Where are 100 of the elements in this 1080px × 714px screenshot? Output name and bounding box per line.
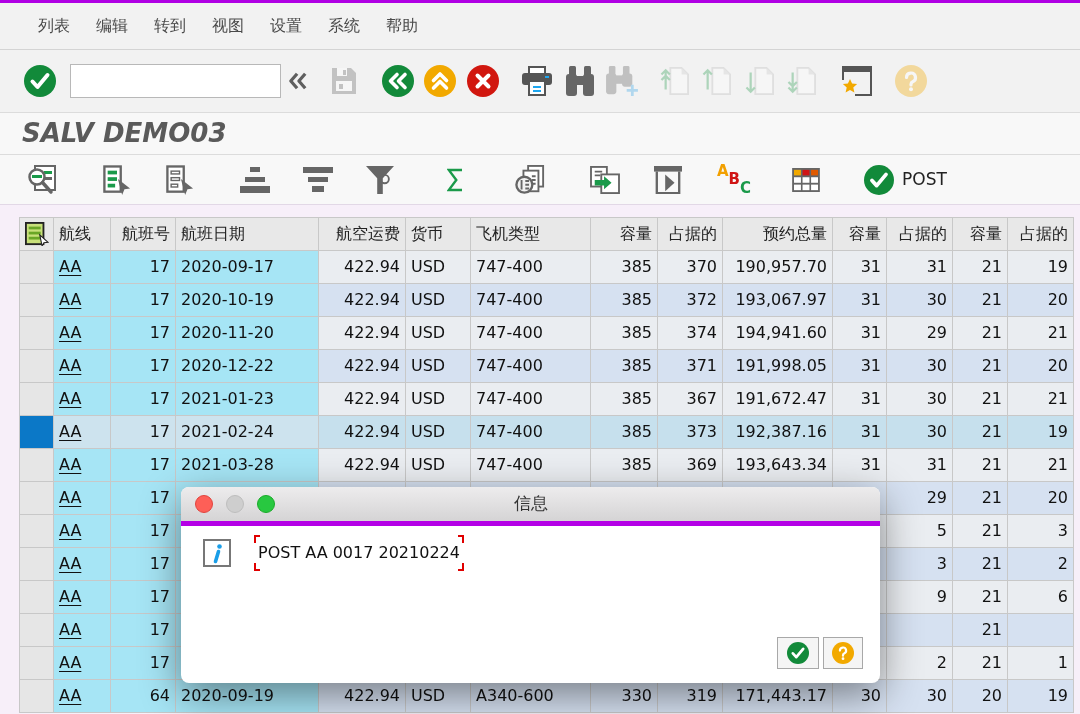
column-header[interactable]: 占据的 bbox=[657, 217, 723, 251]
hotspot-link[interactable]: AA bbox=[59, 488, 82, 507]
table-cell: 2 bbox=[886, 646, 953, 680]
table-cell: 747-400 bbox=[470, 415, 591, 449]
row-selector[interactable] bbox=[19, 349, 54, 383]
table-cell: 17 bbox=[110, 481, 176, 515]
filled-list-pointer-icon[interactable] bbox=[103, 164, 131, 195]
hotspot-link[interactable]: AA bbox=[59, 389, 82, 408]
column-header[interactable]: 航班日期 bbox=[175, 217, 319, 251]
table-cell: 31 bbox=[832, 415, 887, 449]
table-cell: USD bbox=[405, 448, 471, 482]
minimize-button[interactable] bbox=[226, 495, 244, 513]
table-cell: 194,941.60 bbox=[722, 316, 833, 350]
table-cell: 1 bbox=[1007, 646, 1074, 680]
hotspot-link[interactable]: AA bbox=[59, 455, 82, 474]
row-selector[interactable] bbox=[19, 316, 54, 350]
menu-item[interactable]: 转到 bbox=[154, 14, 186, 38]
sort-ascending-icon[interactable] bbox=[240, 166, 270, 193]
table-cell: 2021-02-24 bbox=[175, 415, 319, 449]
help-button[interactable] bbox=[823, 637, 863, 669]
x-circle-icon[interactable] bbox=[467, 65, 499, 97]
row-selector[interactable] bbox=[19, 514, 54, 548]
column-header[interactable]: 飞机类型 bbox=[470, 217, 591, 251]
maximize-button[interactable] bbox=[257, 495, 275, 513]
frame-triangle-icon[interactable] bbox=[654, 165, 682, 194]
command-field[interactable] bbox=[70, 64, 281, 98]
close-button[interactable] bbox=[195, 495, 213, 513]
table-cell: 21 bbox=[1007, 316, 1074, 350]
row-selector[interactable] bbox=[19, 382, 54, 416]
check-icon[interactable] bbox=[864, 164, 894, 195]
table-cell: 422.94 bbox=[318, 283, 406, 317]
column-header[interactable]: 预约总量 bbox=[722, 217, 833, 251]
table-cell: 385 bbox=[590, 349, 658, 383]
hotspot-link[interactable]: AA bbox=[59, 686, 82, 705]
hotspot-link[interactable]: AA bbox=[59, 422, 82, 441]
column-header[interactable]: 航空运费 bbox=[318, 217, 406, 251]
empty-list-pointer-icon[interactable] bbox=[166, 164, 194, 195]
table-cell: 17 bbox=[110, 514, 176, 548]
double-chevron-left-circle-icon[interactable] bbox=[382, 65, 414, 97]
check-icon[interactable] bbox=[787, 642, 809, 664]
column-header[interactable]: 容量 bbox=[832, 217, 887, 251]
hotspot-link[interactable]: AA bbox=[59, 620, 82, 639]
row-selector[interactable] bbox=[19, 481, 54, 515]
double-chevron-left-icon[interactable] bbox=[288, 72, 308, 90]
hotspot-link[interactable]: AA bbox=[59, 521, 82, 540]
page-arrow-icon[interactable] bbox=[590, 165, 620, 194]
column-header[interactable]: 容量 bbox=[952, 217, 1008, 251]
sigma-icon[interactable] bbox=[447, 167, 463, 192]
hotspot-link[interactable]: AA bbox=[59, 653, 82, 672]
magnifier-list-icon[interactable] bbox=[27, 164, 57, 195]
table-cell: 17 bbox=[110, 250, 176, 284]
column-header[interactable]: 航班号 bbox=[110, 217, 176, 251]
list-pointer-icon[interactable] bbox=[24, 222, 49, 246]
table-cell: 31 bbox=[832, 382, 887, 416]
row-selector[interactable] bbox=[19, 679, 54, 713]
table-cell: 193,067.97 bbox=[722, 283, 833, 317]
documents-circle-icon[interactable] bbox=[515, 164, 545, 195]
table-cell: 31 bbox=[832, 283, 887, 317]
hotspot-link[interactable]: AA bbox=[59, 587, 82, 606]
hotspot-link[interactable]: AA bbox=[59, 290, 82, 309]
menu-item[interactable]: 帮助 bbox=[386, 14, 418, 38]
menu-item[interactable]: 设置 bbox=[270, 14, 302, 38]
row-selector[interactable] bbox=[19, 646, 54, 680]
table-cell: 21 bbox=[952, 349, 1008, 383]
row-selector[interactable] bbox=[19, 547, 54, 581]
row-selector[interactable] bbox=[19, 580, 54, 614]
table-cell: 371 bbox=[657, 349, 723, 383]
hotspot-link[interactable]: AA bbox=[59, 554, 82, 573]
ok-button[interactable] bbox=[777, 637, 819, 669]
table-cell: 17 bbox=[110, 349, 176, 383]
column-header[interactable]: 占据的 bbox=[1007, 217, 1074, 251]
column-header[interactable]: 占据的 bbox=[886, 217, 953, 251]
printer-icon[interactable] bbox=[522, 66, 552, 96]
filter-icon[interactable] bbox=[366, 165, 394, 194]
row-selector[interactable] bbox=[19, 613, 54, 647]
menu-item[interactable]: 系统 bbox=[328, 14, 360, 38]
table-cell: 193,643.34 bbox=[722, 448, 833, 482]
help-icon[interactable] bbox=[832, 642, 854, 664]
binoculars-icon[interactable] bbox=[566, 66, 594, 96]
menu-item[interactable]: 视图 bbox=[212, 14, 244, 38]
double-chevron-up-circle-icon[interactable] bbox=[424, 65, 456, 97]
hotspot-link[interactable]: AA bbox=[59, 257, 82, 276]
table-cell: 385 bbox=[590, 316, 658, 350]
sort-descending-icon[interactable] bbox=[303, 166, 333, 193]
column-header[interactable]: 航线 bbox=[53, 217, 111, 251]
menu-item[interactable]: 编辑 bbox=[96, 14, 128, 38]
column-header[interactable]: 货币 bbox=[405, 217, 471, 251]
window-star-icon[interactable] bbox=[842, 66, 872, 96]
hotspot-link[interactable]: AA bbox=[59, 356, 82, 375]
check-icon[interactable] bbox=[24, 65, 56, 97]
menu-item[interactable]: 列表 bbox=[38, 14, 70, 38]
table-cell: 747-400 bbox=[470, 448, 591, 482]
hotspot-link[interactable]: AA bbox=[59, 323, 82, 342]
column-header[interactable]: 容量 bbox=[590, 217, 658, 251]
row-selector[interactable] bbox=[19, 448, 54, 482]
row-selector[interactable] bbox=[19, 283, 54, 317]
post-button[interactable]: POST bbox=[864, 164, 947, 195]
row-selector[interactable] bbox=[19, 415, 54, 449]
table-cell: 2 bbox=[1007, 547, 1074, 581]
grid-icon[interactable] bbox=[792, 167, 820, 192]
